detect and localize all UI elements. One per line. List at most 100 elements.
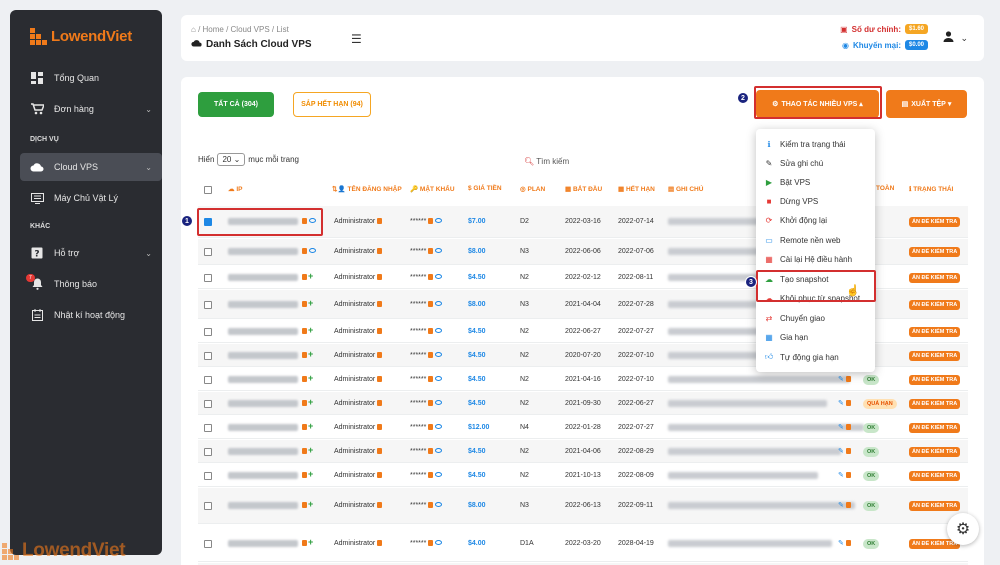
copy-icon[interactable]: [302, 399, 307, 406]
col-safety[interactable]: TOÀN: [876, 185, 894, 192]
price-cell[interactable]: $8.00: [468, 301, 486, 308]
plus-icon[interactable]: +: [308, 325, 313, 335]
price-cell[interactable]: $4.50: [468, 472, 486, 479]
copy-icon[interactable]: [377, 375, 383, 382]
eye-icon[interactable]: [435, 447, 443, 453]
plus-icon[interactable]: +: [308, 537, 313, 547]
copy-icon[interactable]: [302, 471, 307, 478]
plus-icon[interactable]: +: [308, 349, 313, 359]
user-menu[interactable]: ⌄: [943, 31, 968, 45]
col-plan[interactable]: ◎ PLAN: [520, 185, 545, 193]
row-checkbox[interactable]: [204, 539, 212, 548]
col-pass[interactable]: 🔑 MẬT KHẨU: [410, 185, 455, 193]
edit-icon[interactable]: ✎: [838, 424, 844, 431]
row-checkbox[interactable]: [204, 423, 212, 432]
col-price[interactable]: $ GIÁ TIỀN: [468, 185, 502, 192]
copy-icon[interactable]: [845, 502, 851, 508]
copy-icon[interactable]: [377, 218, 383, 224]
copy-icon[interactable]: [845, 423, 851, 430]
eye-icon[interactable]: [309, 248, 316, 253]
hide-to-check-button[interactable]: ẨN ĐỂ KIỂM TRA: [909, 299, 961, 310]
row-checkbox[interactable]: [204, 273, 212, 282]
eye-icon[interactable]: [435, 399, 443, 405]
edit-icon[interactable]: ✎: [838, 502, 844, 509]
copy-icon[interactable]: [428, 539, 434, 546]
copy-icon[interactable]: [302, 375, 307, 382]
sidebar-item-support[interactable]: ? Hỗ trợ ⌄: [30, 241, 162, 265]
edit-icon[interactable]: ✎: [838, 448, 844, 455]
eye-icon[interactable]: [435, 218, 443, 223]
row-checkbox[interactable]: [204, 248, 212, 256]
col-status[interactable]: ℹ TRẠNG THÁI: [909, 185, 953, 193]
copy-icon[interactable]: [428, 300, 434, 307]
select-all-checkbox[interactable]: [204, 186, 212, 194]
col-start[interactable]: ▦ BẮT ĐẦU: [565, 185, 602, 193]
dropdown-item-install[interactable]: ▦ Cài lại Hệ điều hành: [764, 254, 852, 264]
price-cell[interactable]: $8.00: [468, 248, 486, 255]
copy-icon[interactable]: [428, 375, 434, 382]
hide-to-check-button[interactable]: ẨN ĐỂ KIỂM TRA: [909, 350, 961, 361]
copy-icon[interactable]: [302, 327, 307, 334]
eye-icon[interactable]: [435, 471, 443, 477]
hide-to-check-button[interactable]: ẨN ĐỂ KIỂM TRA: [909, 398, 961, 409]
dropdown-item-play[interactable]: ▶ Bật VPS: [764, 177, 810, 187]
copy-icon[interactable]: [377, 447, 383, 454]
dropdown-item-calendar[interactable]: ▦ Gia hạn: [764, 332, 808, 342]
col-ip[interactable]: ☁ IP: [228, 185, 242, 193]
eye-icon[interactable]: [435, 375, 443, 381]
eye-icon[interactable]: [435, 351, 443, 357]
price-cell[interactable]: $4.50: [468, 376, 486, 383]
plus-icon[interactable]: +: [308, 445, 313, 455]
row-checkbox[interactable]: [204, 375, 212, 384]
brand-logo[interactable]: LowendViet: [30, 28, 132, 45]
sidebar-item-notifications[interactable]: 7 Thông báo: [26, 272, 162, 296]
hide-to-check-button[interactable]: ẨN ĐỂ KIỂM TRA: [909, 446, 961, 457]
plus-icon[interactable]: +: [308, 298, 313, 308]
copy-icon[interactable]: [377, 300, 383, 307]
copy-icon[interactable]: [428, 447, 434, 454]
filter-all-button[interactable]: TẤT CẢ (304): [198, 92, 274, 117]
plus-icon[interactable]: +: [308, 421, 313, 431]
plus-icon[interactable]: +: [308, 499, 313, 509]
dropdown-item-info[interactable]: ℹ Kiểm tra trạng thái: [764, 139, 845, 149]
edit-icon[interactable]: ✎: [838, 472, 844, 479]
copy-icon[interactable]: [302, 351, 307, 358]
sidebar-item-overview[interactable]: Tổng Quan: [30, 66, 162, 90]
copy-icon[interactable]: [428, 423, 434, 430]
dropdown-item-restart[interactable]: ⟳ Khởi động lại: [764, 215, 827, 225]
row-checkbox[interactable]: [204, 471, 212, 480]
copy-icon[interactable]: [428, 471, 434, 478]
eye-icon[interactable]: [435, 423, 443, 429]
copy-icon[interactable]: [428, 327, 434, 334]
hide-to-check-button[interactable]: ẨN ĐỂ KIỂM TRA: [909, 374, 961, 385]
price-cell[interactable]: $4.50: [468, 400, 486, 407]
sidebar-item-activity-log[interactable]: Nhật kí hoạt động: [30, 303, 162, 327]
copy-icon[interactable]: [302, 539, 307, 546]
breadcrumb-section[interactable]: Cloud VPS: [231, 25, 270, 34]
sidebar-item-dedicated-server[interactable]: Máy Chủ Vật Lý: [30, 186, 162, 210]
eye-icon[interactable]: [435, 327, 443, 333]
price-cell[interactable]: $4.50: [468, 328, 486, 335]
col-end[interactable]: ▦ HẾT HẠN: [618, 185, 655, 193]
copy-icon[interactable]: [845, 539, 851, 546]
sidebar-item-cloud-vps[interactable]: Cloud VPS ⌄: [20, 153, 162, 181]
price-cell[interactable]: $7.00: [468, 218, 486, 225]
col-user[interactable]: 👤 TÊN ĐĂNG NHẬP: [334, 185, 402, 193]
hide-to-check-button[interactable]: ẨN ĐỂ KIỂM TRA: [909, 326, 961, 337]
edit-icon[interactable]: ✎: [838, 376, 844, 383]
hide-to-check-button[interactable]: ẨN ĐỂ KIỂM TRA: [909, 217, 961, 227]
plus-icon[interactable]: +: [308, 469, 313, 479]
plus-icon[interactable]: +: [308, 373, 313, 383]
dropdown-item-transfer[interactable]: ⇄ Chuyển giao: [764, 313, 825, 323]
price-cell[interactable]: $4.50: [468, 448, 486, 455]
row-checkbox[interactable]: [204, 502, 212, 510]
plus-icon[interactable]: +: [308, 271, 313, 281]
copy-icon[interactable]: [845, 399, 851, 406]
breadcrumb-home[interactable]: Home: [203, 25, 224, 34]
row-checkbox[interactable]: [204, 351, 212, 360]
export-button[interactable]: ▤ XUẤT TỆP ▾: [886, 90, 967, 118]
filter-expiring-button[interactable]: SẮP HẾT HẠN (94): [293, 92, 371, 117]
price-cell[interactable]: $12.00: [468, 424, 489, 431]
row-checkbox[interactable]: [204, 399, 212, 408]
search-input[interactable]: 🔍︎ Tìm kiếm: [524, 157, 569, 166]
